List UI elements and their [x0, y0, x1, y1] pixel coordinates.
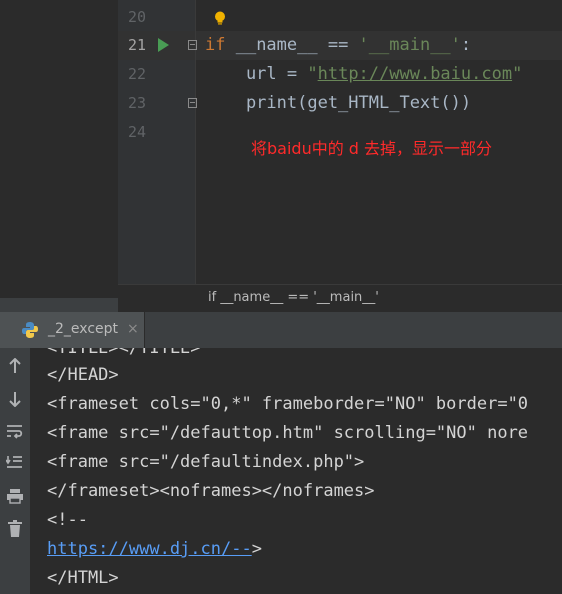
- keyword-if: if: [205, 35, 226, 55]
- console-line: </HTML>: [47, 568, 119, 588]
- close-icon[interactable]: ×: [127, 321, 139, 337]
- clear-button[interactable]: [0, 514, 30, 542]
- line-number: 20: [127, 8, 146, 26]
- quote: ": [307, 64, 318, 84]
- console-line: <frameset cols="0,*" frameborder="NO" bo…: [47, 394, 529, 414]
- trash-icon: [8, 519, 22, 537]
- breadcrumb-bar: if __name__ == '__main__': [118, 284, 562, 313]
- line-number: 21: [127, 36, 146, 54]
- run-tab-bar: _2_except ×: [0, 312, 562, 349]
- console-link[interactable]: https://www.dj.cn/--: [47, 539, 252, 559]
- fold-icon[interactable]: [188, 40, 197, 50]
- print-button[interactable]: [0, 482, 30, 510]
- url-string[interactable]: http://www.baiu.com: [318, 64, 512, 84]
- console-link-suffix: >: [251, 539, 262, 559]
- breadcrumb[interactable]: if __name__ == '__main__': [208, 290, 379, 305]
- panel-resize-handle[interactable]: [0, 298, 118, 312]
- arrow-up-icon: [9, 358, 21, 373]
- code-editor[interactable]: 20 21 22 23 24 if __name__ == '__main__'…: [0, 0, 562, 313]
- line-number: 22: [127, 65, 146, 83]
- red-annotation: 将baidu中的 d 去掉，显示一部分: [251, 139, 493, 158]
- code-line-21[interactable]: if __name__ == '__main__':: [205, 31, 471, 60]
- code-line-23[interactable]: print(get_HTML_Text()): [205, 89, 471, 118]
- arrow-down-icon: [9, 392, 21, 407]
- fold-icon[interactable]: [188, 98, 197, 108]
- scroll-up-button[interactable]: [0, 352, 30, 380]
- lightbulb-icon[interactable]: [213, 11, 227, 25]
- main-string: '__main__': [358, 35, 461, 55]
- editor-left-strip: [0, 0, 118, 312]
- console-line: </HEAD>: [47, 365, 119, 385]
- colon: :: [460, 35, 472, 55]
- line-number: 23: [127, 94, 146, 112]
- quote: ": [512, 64, 523, 84]
- print-icon: [7, 489, 23, 504]
- console-link-line: https://www.dj.cn/-->: [47, 535, 262, 564]
- run-arrow-icon[interactable]: [158, 38, 169, 52]
- run-console-output[interactable]: <TITLE></TITLE> </HEAD> <frameset cols="…: [30, 348, 562, 594]
- console-line: <!--: [47, 510, 88, 530]
- console-line: <frame src="/defauttop.htm" scrolling="N…: [47, 423, 529, 443]
- scroll-to-end-button[interactable]: [0, 448, 30, 476]
- code-line-22[interactable]: url = "http://www.baiu.com": [205, 60, 522, 89]
- python-icon: [22, 322, 38, 338]
- tab-run-2-except[interactable]: _2_except ×: [0, 312, 145, 348]
- scroll-down-button[interactable]: [0, 385, 30, 413]
- console-line: </frameset><noframes></noframes>: [47, 481, 375, 501]
- url-assignment: url =: [205, 64, 308, 84]
- line-number: 24: [127, 123, 146, 141]
- scroll-to-end-icon: [6, 456, 22, 468]
- run-toolbar: [0, 348, 30, 594]
- console-line: <frame src="/defaultindex.php">: [47, 452, 365, 472]
- soft-wrap-icon: [7, 425, 23, 439]
- name-expression: __name__ ==: [225, 35, 359, 55]
- soft-wrap-button[interactable]: [0, 418, 30, 446]
- tab-label: _2_except: [48, 321, 118, 337]
